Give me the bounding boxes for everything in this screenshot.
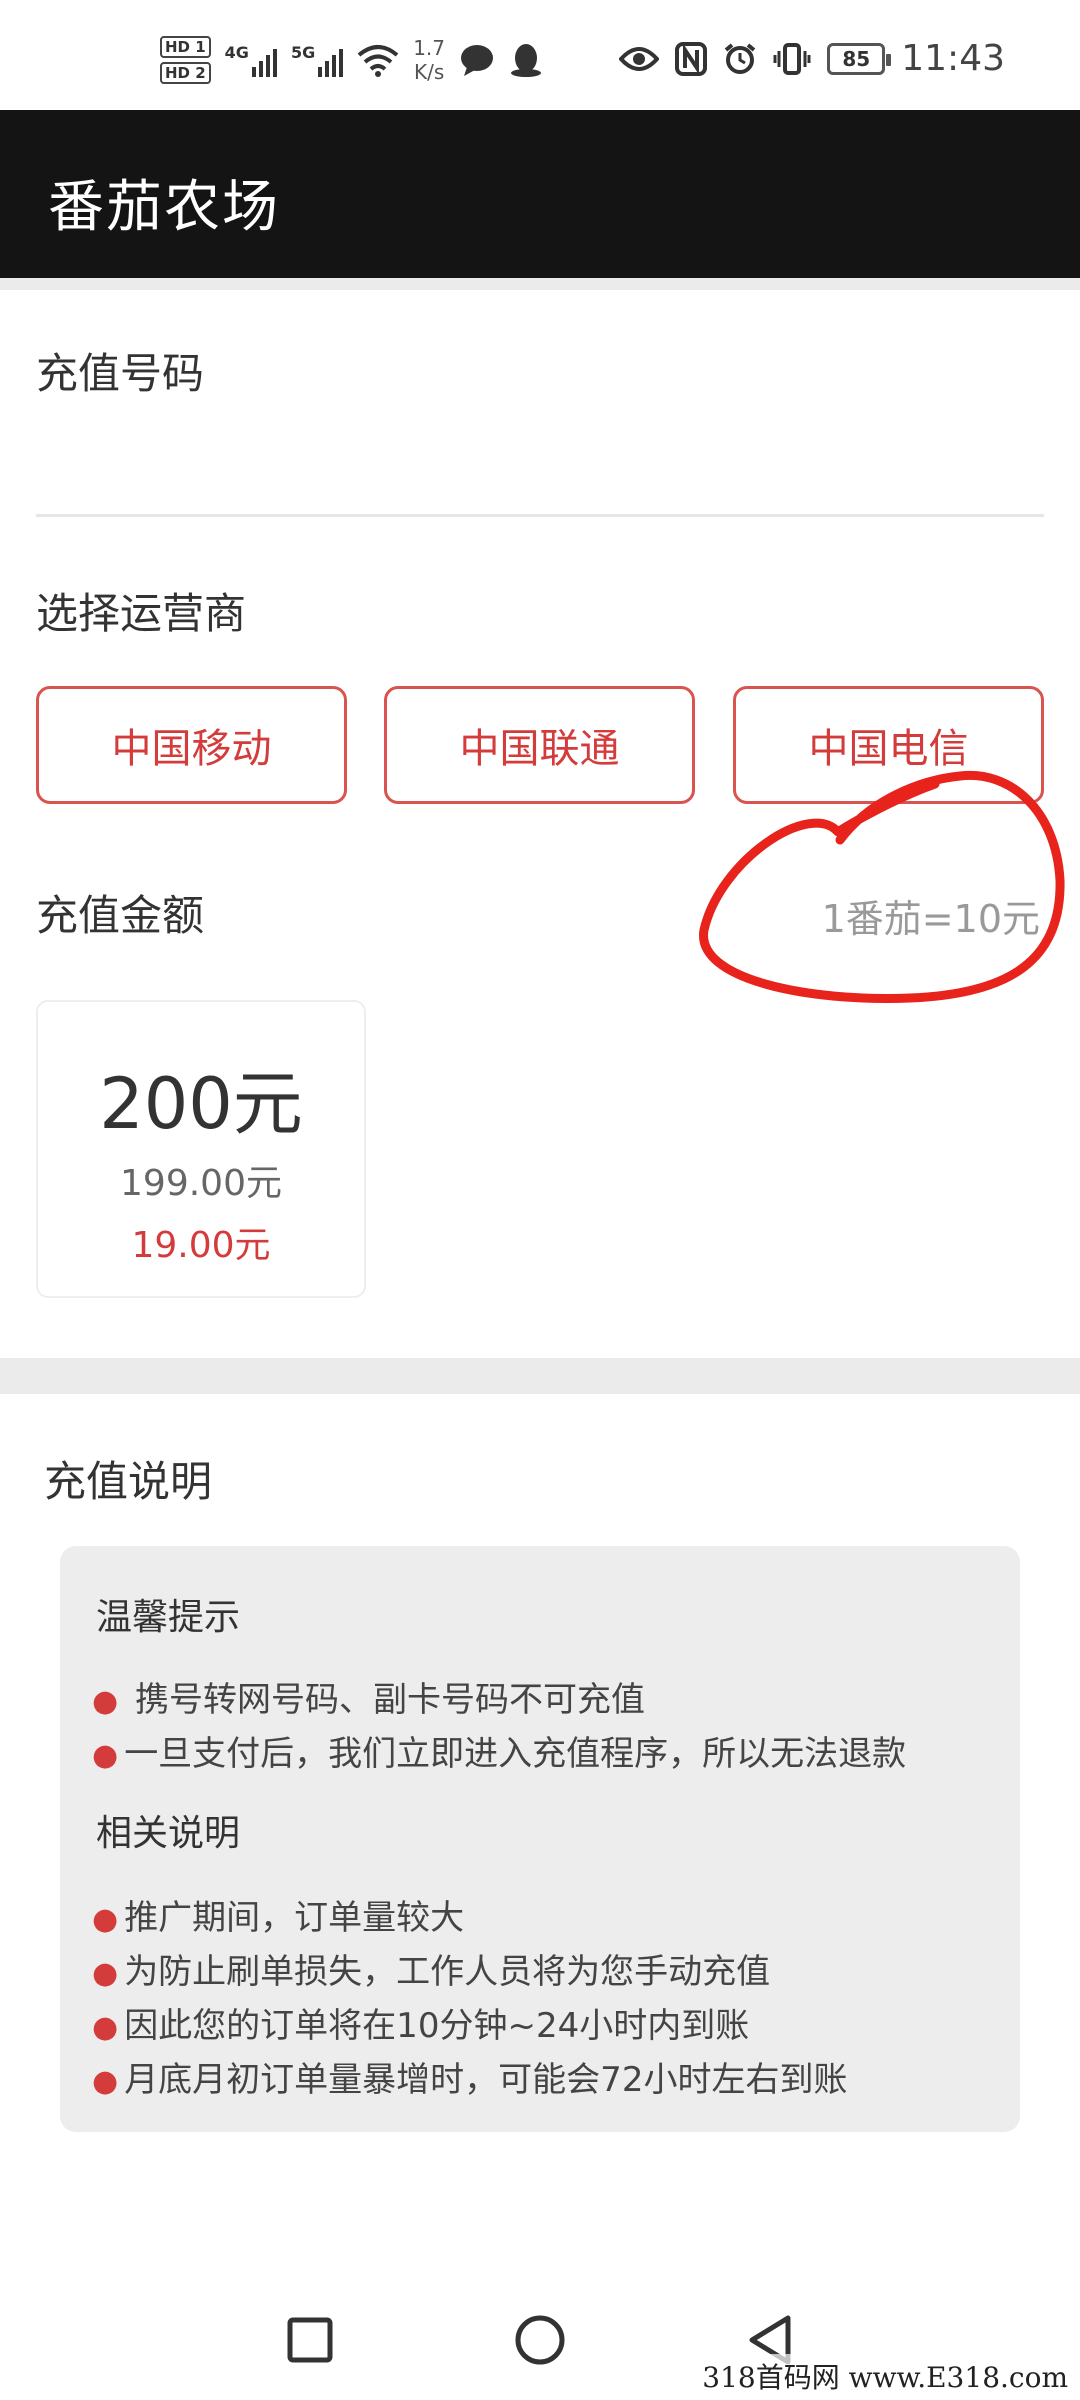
bullet-icon: ● — [92, 2010, 119, 2045]
page-title: 番茄农场 — [48, 175, 280, 240]
list-item: ● 为防止刷单损失，工作人员将为您手动充值 — [92, 1944, 770, 1993]
tip-text: 携号转网号码、副卡号码不可充值 — [135, 1680, 645, 1720]
vibrate-icon — [773, 42, 811, 75]
wifi-icon — [357, 45, 399, 77]
phone-input-underline — [36, 514, 1044, 517]
related-text: 推广期间，订单量较大 — [124, 1898, 465, 1938]
carrier-button-mobile[interactable]: 中国移动 — [36, 686, 347, 804]
bullet-icon: ● — [92, 2064, 119, 2099]
eye-icon — [619, 46, 660, 71]
signal-5g-icon: 5G — [290, 43, 344, 77]
header-divider — [0, 278, 1080, 290]
battery-indicator: 85 — [827, 42, 892, 75]
nfc-icon — [675, 41, 708, 76]
app-header: 番茄农场 — [0, 110, 1080, 278]
tip-text: 一旦支付后，我们立即进入充值程序，所以无法退款 — [124, 1734, 907, 1774]
network-speed: 1.7 K/s — [413, 36, 445, 84]
speed-value: 1.7 — [413, 36, 446, 60]
watermark-text: 318首码网 www.E318.com — [696, 2354, 1074, 2398]
list-item: ● 推广期间，订单量较大 — [92, 1890, 464, 1939]
status-right: 85 11:43 — [619, 38, 1005, 79]
notice-title: 充值说明 — [44, 1457, 213, 1506]
bullet-icon: ● — [92, 1684, 119, 1719]
section-divider — [0, 1358, 1080, 1394]
net2-label: 5G — [290, 43, 316, 62]
related-heading: 相关说明 — [96, 1813, 241, 1854]
carrier-label: 选择运营商 — [36, 589, 247, 638]
amount-option-card[interactable]: 200元 199.00元 19.00元 — [36, 1000, 366, 1298]
net1-label: 4G — [224, 43, 249, 62]
amount-face-value: 200元 — [99, 1063, 303, 1145]
exchange-rate: 1番茄=10元 — [821, 897, 1040, 941]
message-icon — [461, 45, 494, 76]
alarm-icon — [724, 42, 756, 74]
list-item: ● 一旦支付后，我们立即进入充值程序，所以无法退款 — [92, 1726, 906, 1775]
related-text: 为防止刷单损失，工作人员将为您手动充值 — [124, 1952, 771, 1992]
phone-label: 充值号码 — [36, 349, 205, 398]
recents-square-icon[interactable] — [280, 2310, 340, 2370]
home-circle-icon[interactable] — [510, 2310, 570, 2370]
notice-box: 温馨提示 ● 携号转网号码、副卡号码不可充值 ● 一旦支付后，我们立即进入充值程序… — [60, 1546, 1020, 2132]
related-text: 月底月初订单量暴增时，可能会72小时左右到账 — [124, 2060, 848, 2100]
amount-original-price: 199.00元 — [120, 1163, 282, 1204]
amount-label: 充值金额 — [36, 891, 205, 940]
bullet-icon: ● — [92, 1956, 119, 1991]
list-item: ● 携号转网号码、副卡号码不可充值 — [92, 1672, 645, 1721]
signal-4g-icon: 4G — [225, 43, 277, 77]
qq-icon — [511, 44, 542, 77]
phone-input[interactable] — [36, 420, 1044, 510]
carrier-button-telecom[interactable]: 中国电信 — [733, 686, 1044, 804]
list-item: ● 因此您的订单将在10分钟~24小时内到账 — [92, 1998, 749, 2047]
related-text: 因此您的订单将在10分钟~24小时内到账 — [124, 2006, 750, 2046]
status-time: 11:43 — [901, 38, 1005, 79]
tips-heading: 温馨提示 — [96, 1597, 241, 1638]
hd-indicators: HD 1 HD 2 — [160, 36, 211, 84]
hd2-badge: HD 2 — [160, 62, 211, 84]
status-left: HD 1 HD 2 4G 5G 1.7 K/s — [160, 30, 543, 90]
bullet-icon: ● — [92, 1738, 119, 1773]
speed-unit: K/s — [413, 60, 445, 84]
amount-price: 19.00元 — [131, 1225, 271, 1266]
carrier-button-unicom[interactable]: 中国联通 — [384, 686, 695, 804]
status-bar: HD 1 HD 2 4G 5G 1.7 K/s 85 11:43 — [0, 0, 1080, 110]
list-item: ● 月底月初订单量暴增时，可能会72小时左右到账 — [92, 2052, 847, 2101]
bullet-icon: ● — [92, 1902, 119, 1937]
hd1-badge: HD 1 — [160, 36, 211, 58]
